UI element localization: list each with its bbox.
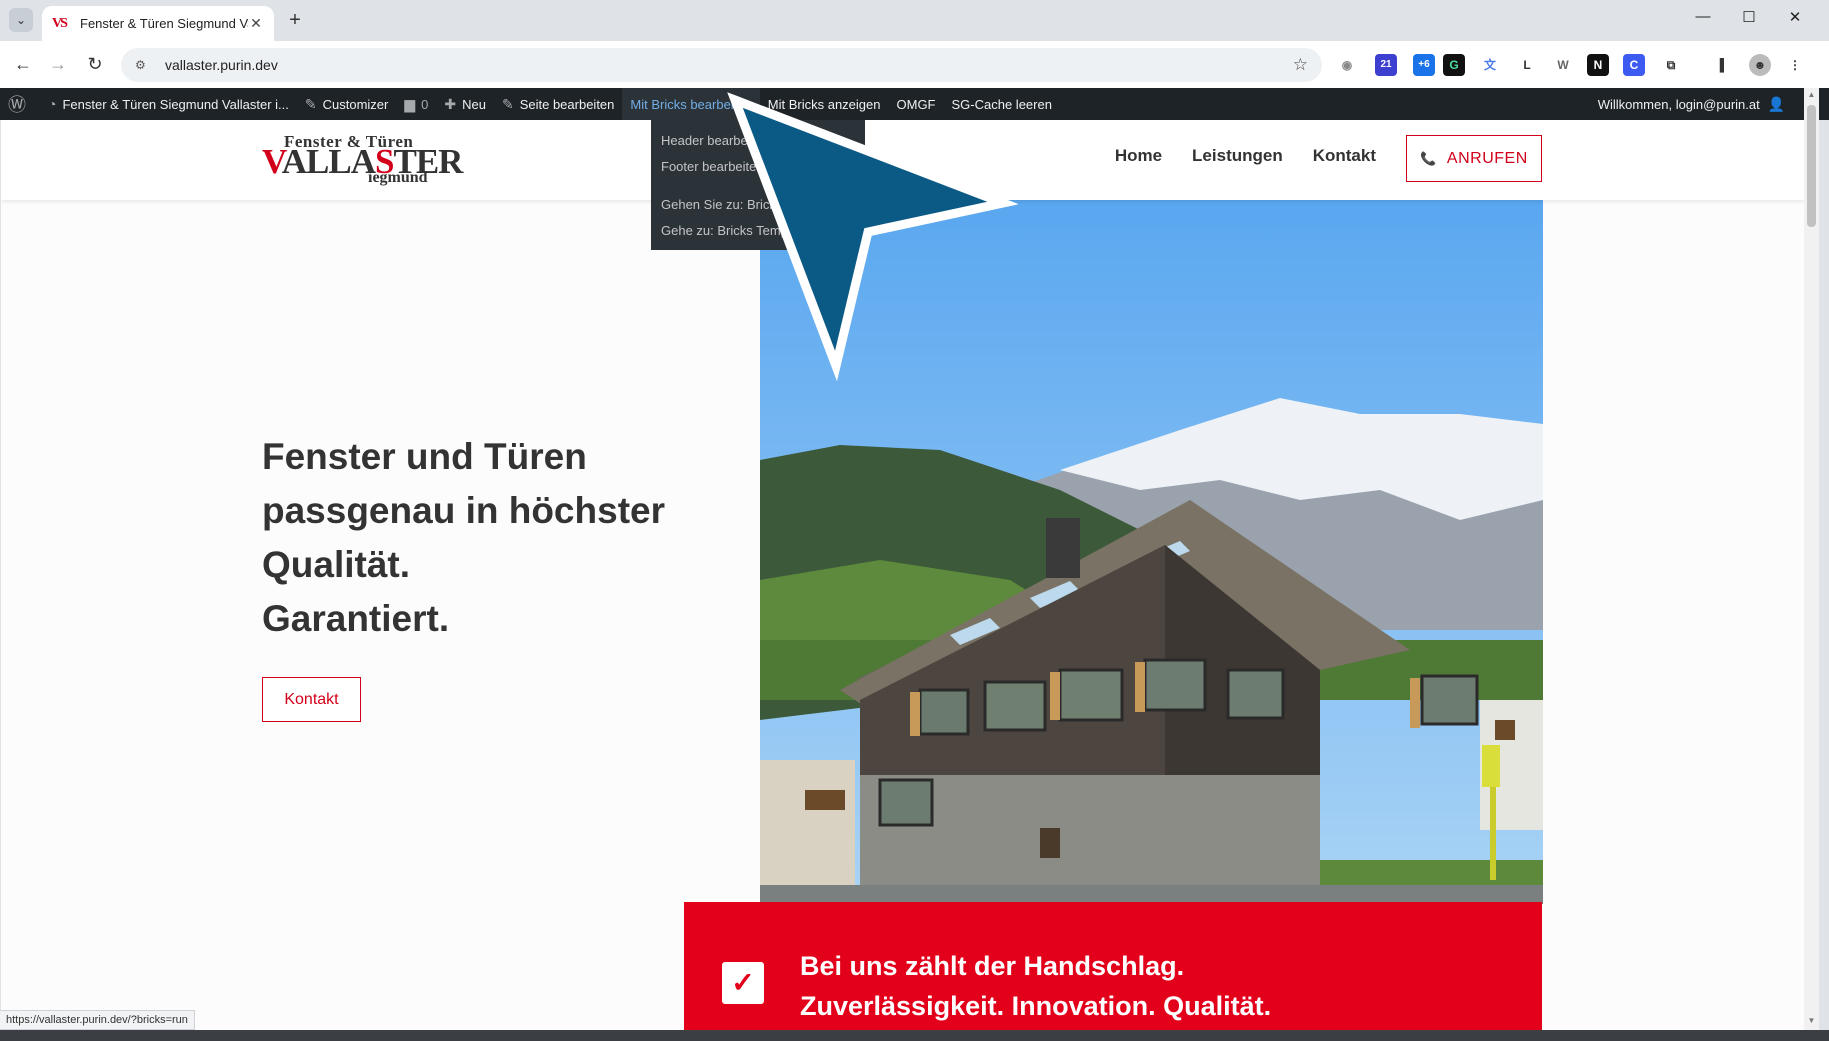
translate-icon[interactable]: 文 <box>1479 54 1501 76</box>
menu-icon[interactable]: ⋮ <box>1784 54 1806 76</box>
site-favicon: VS <box>52 15 68 31</box>
extension-c[interactable]: C <box>1623 54 1645 76</box>
admin-edit-with-bricks[interactable]: Mit Bricks bearbeiten <box>622 88 760 120</box>
bricks-dropdown-menu: Header bearbeiten Footer bearbeiten Gehe… <box>651 120 865 250</box>
hero-line: passgenau in höchster <box>262 490 665 531</box>
nav-home[interactable]: Home <box>1115 146 1162 166</box>
extension-l[interactable]: L <box>1516 54 1538 76</box>
plus-icon: ✚ <box>444 95 457 112</box>
pencil-icon: ✎ <box>501 95 514 112</box>
admin-account[interactable]: Willkommen, login@purin.at 👤 <box>1590 88 1799 120</box>
maximize-button[interactable]: ☐ <box>1737 8 1761 26</box>
dashboard-icon: ◔ <box>48 96 57 112</box>
new-label: Neu <box>462 96 486 112</box>
back-button[interactable]: ← <box>10 51 36 77</box>
profile-avatar[interactable]: ☻ <box>1749 54 1771 76</box>
main-navigation: Home Leistungen Kontakt <box>1115 146 1376 166</box>
hero-line: Garantiert. <box>262 598 450 639</box>
admin-site-name[interactable]: ◔ Fenster & Türen Siegmund Vallaster i... <box>40 88 297 120</box>
logo-line-3: iegmund <box>368 169 428 186</box>
banner-text: Bei uns zählt der Handschlag. Zuverlässi… <box>800 946 1271 1026</box>
extension-badge-21[interactable]: 21 <box>1375 54 1397 76</box>
page-scrollbar[interactable]: ▲ ▼ <box>1804 88 1819 1030</box>
admin-view-with-bricks[interactable]: Mit Bricks anzeigen <box>760 88 889 120</box>
user-icon: 👤 <box>1767 95 1786 112</box>
logo-v: V <box>262 142 283 181</box>
address-bar[interactable]: ⚙ vallaster.purin.dev ☆ <box>121 48 1322 82</box>
reload-button[interactable]: ↻ <box>82 51 108 77</box>
wordpress-icon: Ⓦ <box>8 95 26 115</box>
edit-page-label: Seite bearbeiten <box>519 96 615 112</box>
camera-icon[interactable]: ◉ <box>1336 54 1358 76</box>
minimize-button[interactable]: — <box>1691 8 1715 25</box>
menu-item-goto-bricks[interactable]: Gehen Sie zu: Bricks <box>651 192 865 218</box>
customizer-label: Customizer <box>322 96 389 112</box>
scroll-up-icon[interactable]: ▲ <box>1804 90 1819 99</box>
hero-line: Fenster und Türen <box>262 436 587 477</box>
phone-icon: 📞 <box>1420 150 1437 166</box>
menu-item-edit-footer[interactable]: Footer bearbeiten <box>651 154 865 180</box>
scroll-down-icon[interactable]: ▼ <box>1804 1016 1819 1025</box>
admin-sg-cache[interactable]: SG-Cache leeren <box>944 88 1060 120</box>
checkmark-icon: ✓ <box>722 962 764 1004</box>
admin-edit-page[interactable]: ✎ Seite bearbeiten <box>494 88 622 120</box>
hero-contact-button[interactable]: Kontakt <box>262 677 361 722</box>
tab-close-icon[interactable]: ✕ <box>248 15 264 32</box>
scrollbar-thumb[interactable] <box>1807 105 1816 227</box>
window-bottom-edge <box>0 1030 1829 1041</box>
call-button[interactable]: 📞 ANRUFEN <box>1406 135 1542 182</box>
menu-item-goto-templates[interactable]: Gehe zu: Bricks Templates <box>651 218 865 244</box>
puzzle-icon[interactable]: ⧉ <box>1660 54 1682 76</box>
wp-admin-bar: Ⓦ ◔ Fenster & Türen Siegmund Vallaster i.… <box>0 88 1829 120</box>
sidebar-icon[interactable]: ▌ <box>1713 54 1735 76</box>
site-header: Fenster & Türen VALLASTER iegmund Home L… <box>1 120 1804 200</box>
browser-toolbar: ← → ↻ ⚙ vallaster.purin.dev ☆ ◉ 21 +6 G … <box>0 41 1829 88</box>
extension-notion[interactable]: N <box>1587 54 1609 76</box>
tab-search-button[interactable]: ⌄ <box>9 8 33 32</box>
nav-leistungen[interactable]: Leistungen <box>1192 146 1283 166</box>
hero-house-image <box>760 200 1543 904</box>
menu-item-edit-header[interactable]: Header bearbeiten <box>651 128 865 154</box>
browser-tab[interactable]: VS Fenster & Türen Siegmund Vall ✕ <box>42 6 274 41</box>
admin-customizer[interactable]: ✎ Customizer <box>297 88 396 120</box>
logo-line-2: VALLASTER <box>262 142 463 182</box>
site-settings-icon[interactable]: ⚙ <box>135 58 153 72</box>
admin-omgf[interactable]: OMGF <box>889 88 944 120</box>
site-logo[interactable]: Fenster & Türen VALLASTER iegmund <box>262 132 463 188</box>
new-tab-button[interactable]: + <box>283 9 307 33</box>
banner-line-2: Zuverlässigkeit. Innovation. Qualität. <box>800 991 1272 1021</box>
admin-comments[interactable]: ▆ 0 <box>396 88 436 120</box>
welcome-label: Willkommen, login@purin.at <box>1597 96 1760 112</box>
admin-new[interactable]: ✚ Neu <box>436 88 494 120</box>
bookmark-star-icon[interactable]: ☆ <box>1293 55 1308 75</box>
link-status-bar: https://vallaster.purin.dev/?bricks=run <box>0 1010 195 1030</box>
extension-w[interactable]: W <box>1552 54 1574 76</box>
call-button-label: ANRUFEN <box>1446 149 1528 167</box>
nav-kontakt[interactable]: Kontakt <box>1313 146 1376 166</box>
logo-alla: ALLA <box>281 142 376 181</box>
banner-line-1: Bei uns zählt der Handschlag. <box>800 951 1185 981</box>
brush-icon: ✎ <box>304 95 317 112</box>
hero-heading: Fenster und Türen passgenau in höchster … <box>262 430 682 646</box>
hero-line: Qualität. <box>262 544 411 585</box>
website-page: Fenster & Türen VALLASTER iegmund Home L… <box>1 120 1804 1030</box>
site-name-label: Fenster & Türen Siegmund Vallaster i... <box>62 96 289 112</box>
menu-separator <box>651 180 865 192</box>
trust-banner: ✓ Bei uns zählt der Handschlag. Zuverläs… <box>684 902 1542 1030</box>
tab-title: Fenster & Türen Siegmund Vall <box>80 16 248 31</box>
comments-count: 0 <box>421 96 429 112</box>
grammar-icon[interactable]: G <box>1443 54 1465 76</box>
url-text[interactable]: vallaster.purin.dev <box>165 57 1293 73</box>
forward-button[interactable]: → <box>45 51 71 77</box>
window-close-button[interactable]: ✕ <box>1783 8 1807 26</box>
wp-logo[interactable]: Ⓦ <box>0 88 40 120</box>
browser-tab-strip: ⌄ VS Fenster & Türen Siegmund Vall ✕ + —… <box>0 0 1829 41</box>
extension-badge-plus6[interactable]: +6 <box>1413 54 1435 76</box>
comment-icon: ▆ <box>404 95 416 112</box>
